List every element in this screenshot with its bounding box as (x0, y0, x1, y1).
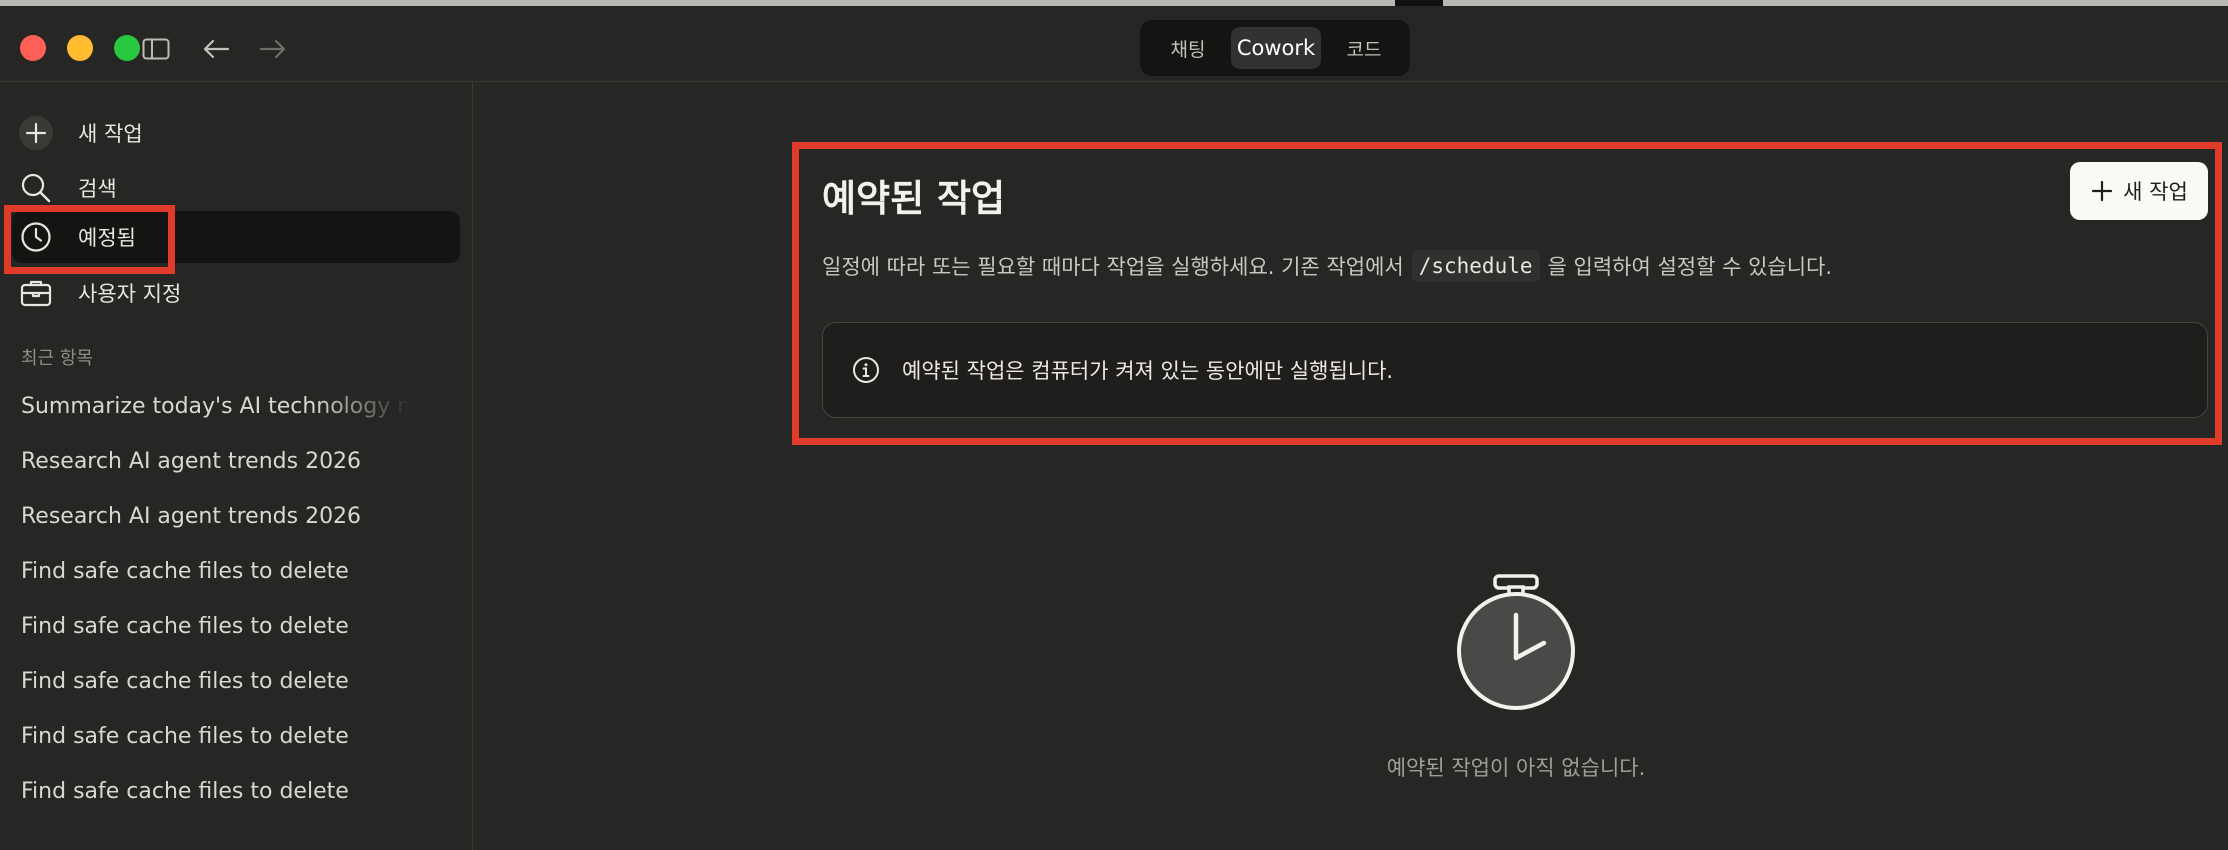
sidebar-item-label: 검색 (78, 177, 117, 201)
sidebar-item-customize[interactable]: 사용자 지정 (12, 267, 460, 319)
new-task-button-label: 새 작업 (2123, 180, 2188, 204)
description-text-end: 을 입력하여 설정할 수 있습니다. (1547, 255, 1833, 279)
info-icon (850, 354, 882, 386)
briefcase-icon (14, 271, 58, 315)
sidebar-item-label: 예정됨 (78, 226, 136, 250)
plus-icon (14, 111, 58, 155)
recent-item[interactable]: Summarize today's AI technology news (21, 394, 411, 419)
zoom-window-button[interactable] (114, 35, 140, 61)
recent-item[interactable]: Find safe cache files to delete (21, 669, 411, 694)
recent-item[interactable]: Find safe cache files to delete (21, 779, 411, 804)
info-notice-text: 예약된 작업은 컴퓨터가 켜져 있는 동안에만 실행됩니다. (902, 359, 1394, 383)
sidebar-item-scheduled[interactable]: 예정됨 (12, 211, 460, 263)
title-bar: 채팅 Cowork 코드 (0, 6, 2228, 82)
back-arrow-icon[interactable] (199, 32, 233, 66)
recent-item[interactable]: Research AI agent trends 2026 (21, 504, 411, 529)
recents-heading: 최근 항목 (21, 348, 93, 369)
forward-arrow-icon[interactable] (256, 32, 290, 66)
plus-icon (2090, 179, 2114, 203)
mode-switcher: 채팅 Cowork 코드 (1140, 20, 1410, 76)
clock-icon (14, 215, 58, 259)
schedule-command: /schedule (1411, 250, 1540, 282)
empty-state-message: 예약된 작업이 아직 없습니다. (1386, 756, 1646, 780)
description-text: 일정에 따라 또는 필요할 때마다 작업을 실행하세요. 기존 작업에서 (822, 255, 1404, 279)
recent-item[interactable]: Research AI agent trends 2026 (21, 449, 411, 474)
recent-item[interactable]: Find safe cache files to delete (21, 724, 411, 749)
tab-code[interactable]: 코드 (1324, 27, 1404, 69)
recent-item[interactable]: Find safe cache files to delete (21, 614, 411, 639)
search-icon (14, 166, 58, 210)
close-window-button[interactable] (20, 35, 46, 61)
sidebar-item-search[interactable]: 검색 (12, 162, 460, 214)
sidebar-item-new-task[interactable]: 새 작업 (12, 107, 460, 159)
minimize-window-button[interactable] (67, 35, 93, 61)
sidebar-item-label: 사용자 지정 (78, 282, 182, 306)
page-description: 일정에 따라 또는 필요할 때마다 작업을 실행하세요. 기존 작업에서 /sc… (822, 250, 1832, 282)
tab-chat[interactable]: 채팅 (1148, 27, 1228, 69)
sidebar-toggle-icon[interactable] (139, 32, 173, 66)
stopwatch-icon (1448, 570, 1584, 715)
new-task-button[interactable]: 새 작업 (2070, 162, 2208, 220)
recent-item[interactable]: Find safe cache files to delete (21, 559, 411, 584)
info-notice: 예약된 작업은 컴퓨터가 켜져 있는 동안에만 실행됩니다. (822, 322, 2208, 418)
sidebar-item-label: 새 작업 (78, 122, 143, 146)
page-title: 예약된 작업 (822, 177, 1006, 220)
tab-cowork[interactable]: Cowork (1231, 27, 1321, 69)
sidebar-content: 새 작업 검색 예정됨 사용자 지정 최근 항목 Summarize today… (0, 82, 472, 850)
